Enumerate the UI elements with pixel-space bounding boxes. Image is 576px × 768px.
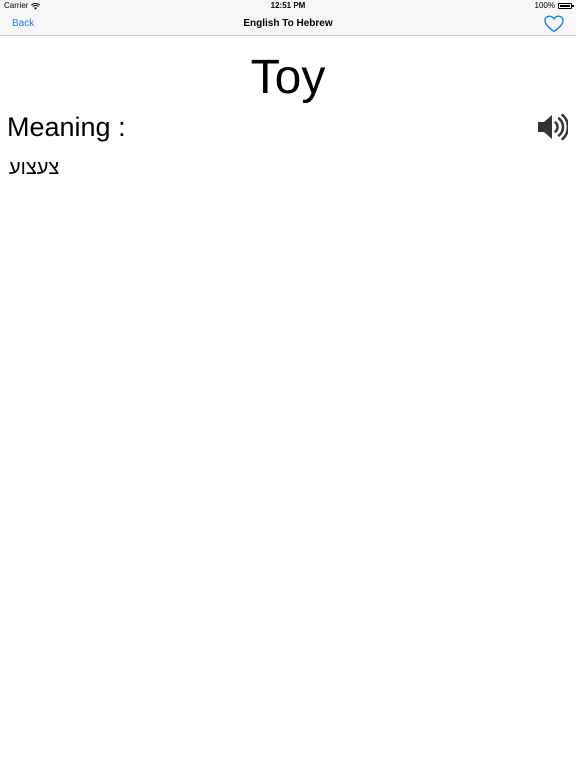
battery-icon <box>558 3 574 9</box>
status-right: 100% <box>534 0 574 12</box>
heart-icon[interactable] <box>544 15 564 33</box>
status-bar: Carrier 12:51 PM 100% <box>0 0 576 12</box>
speaker-icon[interactable] <box>536 112 568 142</box>
page-title: English To Hebrew <box>243 18 333 29</box>
meaning-label: Meaning : <box>7 112 126 142</box>
hebrew-translation: צעצוע <box>9 157 60 179</box>
english-word: Toy <box>250 51 326 104</box>
navigation-bar: Back English To Hebrew <box>0 12 576 36</box>
status-time: 12:51 PM <box>270 1 306 10</box>
battery-percentage: 100% <box>534 1 555 10</box>
